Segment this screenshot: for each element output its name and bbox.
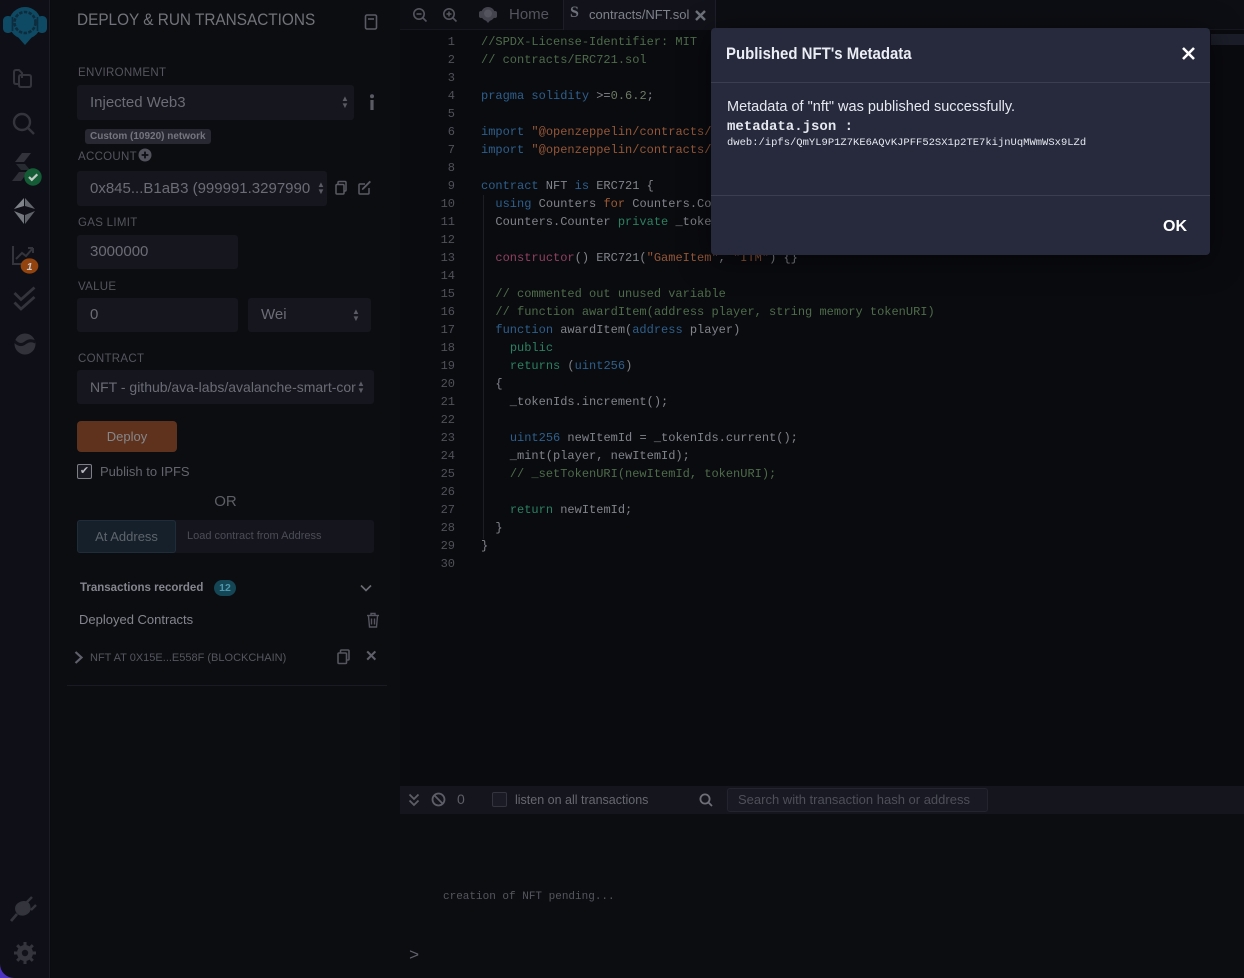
svg-text:1: 1 <box>27 261 33 273</box>
